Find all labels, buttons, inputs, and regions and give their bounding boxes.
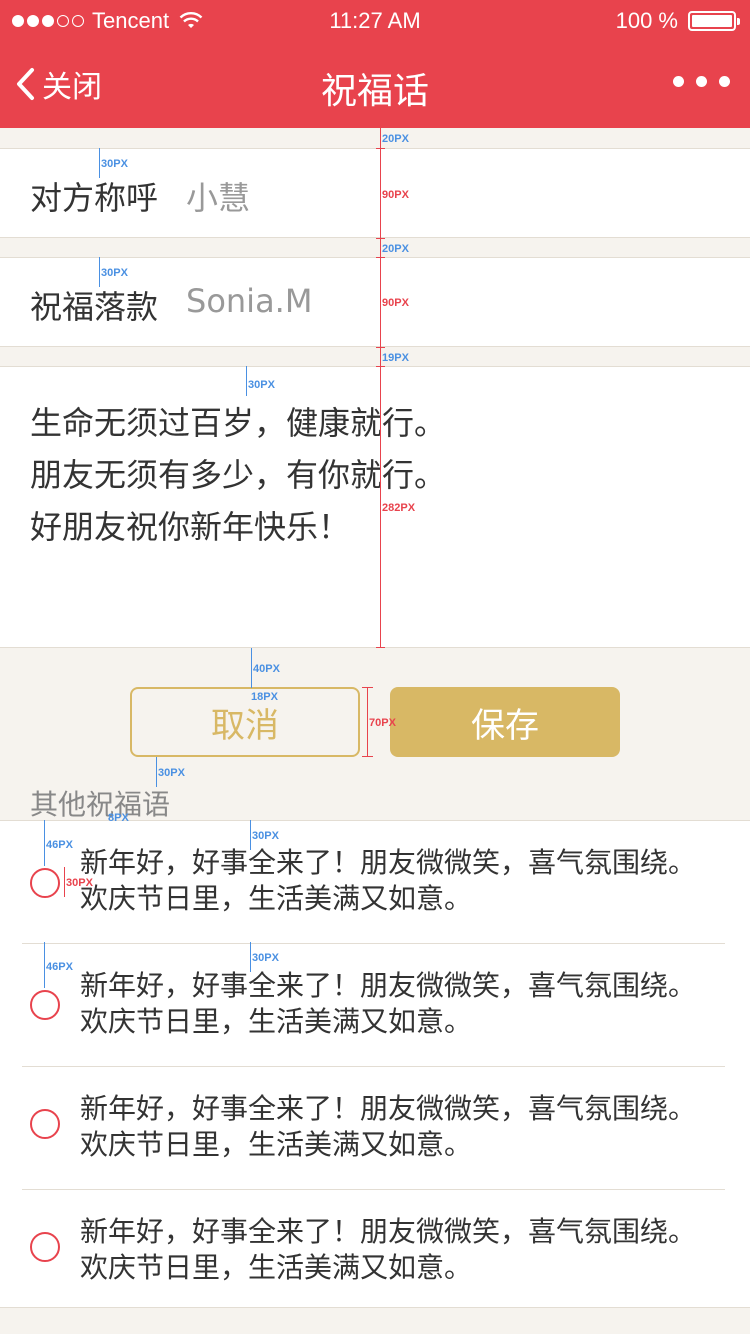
- measure-line: [250, 942, 251, 972]
- measure-line: [380, 128, 381, 648]
- measure-cap: [376, 148, 385, 149]
- radio-button[interactable]: [30, 1109, 60, 1139]
- section-title: 其他祝福语: [30, 788, 171, 821]
- measure-line: [156, 757, 157, 787]
- measure-line: [64, 867, 65, 897]
- greeting-line: 新年好，好事全来了！朋友微微笑，喜气氛围绕。: [80, 846, 697, 879]
- measure-cap: [362, 756, 373, 757]
- battery-icon: [688, 11, 740, 31]
- measure-line: [44, 942, 45, 988]
- greetings-list: 新年好，好事全来了！朋友微微笑，喜气氛围绕。 欢庆节日里，生活美满又如意。 新年…: [0, 820, 750, 1308]
- list-item[interactable]: 新年好，好事全来了！朋友微微笑，喜气氛围绕。 欢庆节日里，生活美满又如意。: [0, 1190, 750, 1312]
- measure-line: [367, 687, 368, 757]
- greeting-line: 欢庆节日里，生活美满又如意。: [80, 1251, 473, 1284]
- spec-annotation: 90PX: [382, 189, 409, 201]
- radio-button[interactable]: [30, 868, 60, 898]
- signature-input[interactable]: Sonia.M: [186, 282, 312, 320]
- measure-cap: [376, 238, 385, 239]
- recipient-input[interactable]: 小慧: [186, 173, 250, 219]
- status-bar: Tencent 11:27 AM 100 %: [0, 0, 750, 40]
- spec-annotation: 19PX: [382, 352, 409, 364]
- measure-cap: [362, 687, 373, 688]
- page-title: 祝福话: [320, 71, 429, 112]
- measure-line: [250, 820, 251, 850]
- spec-annotation: 40PX: [253, 663, 280, 675]
- greeting-line: 新年好，好事全来了！朋友微微笑，喜气氛围绕。: [80, 969, 697, 1002]
- measure-line: [246, 366, 247, 396]
- greeting-line: 新年好，好事全来了！朋友微微笑，喜气氛围绕。: [80, 1215, 697, 1248]
- battery-label: 100 %: [615, 8, 678, 33]
- spec-annotation: 20PX: [382, 243, 409, 255]
- recipient-label: 对方称呼: [30, 179, 159, 217]
- radio-button[interactable]: [30, 990, 60, 1020]
- status-right: 100 %: [615, 8, 740, 34]
- measure-cap: [376, 347, 385, 348]
- cancel-button[interactable]: 取消: [130, 687, 360, 757]
- navigation-bar: 关闭 祝福话: [0, 40, 750, 128]
- spec-annotation: 30PX: [66, 877, 93, 889]
- greeting-text: 新年好，好事全来了！朋友微微笑，喜气氛围绕。 欢庆节日里，生活美满又如意。: [80, 845, 720, 917]
- measure-line: [44, 820, 45, 866]
- spec-annotation: 46PX: [46, 839, 73, 851]
- save-button[interactable]: 保存: [390, 687, 620, 757]
- greeting-text: 新年好，好事全来了！朋友微微笑，喜气氛围绕。 欢庆节日里，生活美满又如意。: [80, 1214, 720, 1286]
- greeting-text: 新年好，好事全来了！朋友微微笑，喜气氛围绕。 欢庆节日里，生活美满又如意。: [80, 968, 720, 1040]
- measure-cap: [376, 366, 385, 367]
- more-options-button[interactable]: [673, 76, 730, 87]
- spec-annotation: 282PX: [382, 502, 416, 514]
- greeting-line: 欢庆节日里，生活美满又如意。: [80, 1005, 473, 1038]
- spec-annotation: 20PX: [382, 133, 409, 145]
- spec-annotation: 18PX: [251, 691, 278, 703]
- measure-line: [99, 148, 100, 178]
- spec-annotation: 30PX: [252, 952, 279, 964]
- spec-annotation: 30PX: [158, 767, 185, 779]
- spec-annotation: 46PX: [46, 961, 73, 973]
- radio-button[interactable]: [30, 1232, 60, 1262]
- spec-annotation: 90PX: [382, 297, 409, 309]
- spec-annotation: 30PX: [101, 267, 128, 279]
- spec-annotation: 8PX: [108, 812, 129, 824]
- greeting-line: 欢庆节日里，生活美满又如意。: [80, 882, 473, 915]
- measure-line: [99, 257, 100, 287]
- list-item[interactable]: 新年好，好事全来了！朋友微微笑，喜气氛围绕。 欢庆节日里，生活美满又如意。: [0, 944, 750, 1066]
- measure-line: [251, 648, 252, 688]
- spec-annotation: 30PX: [252, 830, 279, 842]
- more-dots-icon: [673, 76, 684, 87]
- signature-label: 祝福落款: [30, 288, 159, 326]
- measure-cap: [376, 647, 385, 648]
- message-line: 好朋友祝你新年快乐！: [30, 508, 351, 546]
- greeting-text: 新年好，好事全来了！朋友微微笑，喜气氛围绕。 欢庆节日里，生活美满又如意。: [80, 1091, 720, 1163]
- list-item[interactable]: 新年好，好事全来了！朋友微微笑，喜气氛围绕。 欢庆节日里，生活美满又如意。: [0, 1067, 750, 1189]
- message-line: 生命无须过百岁，健康就行。: [30, 404, 447, 442]
- top-bar: Tencent 11:27 AM 100 % 关闭 祝福话: [0, 0, 750, 128]
- message-textarea[interactable]: 生命无须过百岁，健康就行。 朋友无须有多少，有你就行。 好朋友祝你新年快乐！: [0, 366, 750, 648]
- spec-annotation: 70PX: [369, 717, 396, 729]
- message-line: 朋友无须有多少，有你就行。: [30, 456, 447, 494]
- greeting-line: 欢庆节日里，生活美满又如意。: [80, 1128, 473, 1161]
- spec-annotation: 30PX: [101, 158, 128, 170]
- greeting-line: 新年好，好事全来了！朋友微微笑，喜气氛围绕。: [80, 1092, 697, 1125]
- list-item[interactable]: 新年好，好事全来了！朋友微微笑，喜气氛围绕。 欢庆节日里，生活美满又如意。: [0, 821, 750, 943]
- spec-annotation: 30PX: [248, 379, 275, 391]
- measure-cap: [376, 257, 385, 258]
